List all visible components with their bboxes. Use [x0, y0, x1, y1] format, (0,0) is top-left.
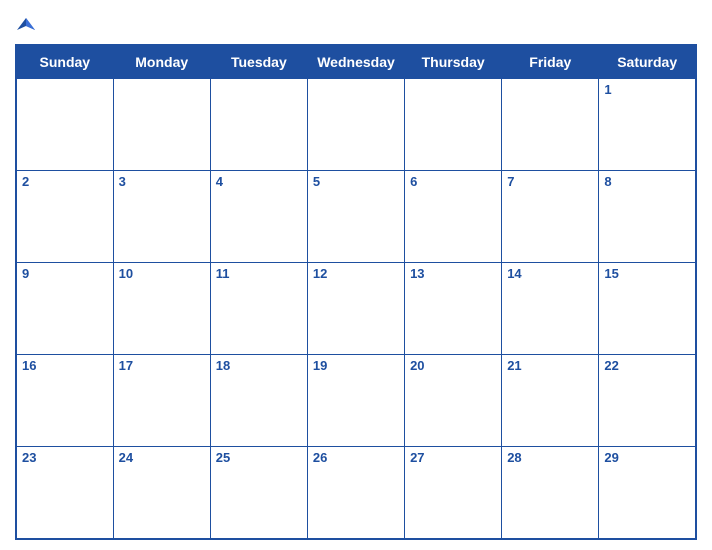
calendar-cell	[307, 79, 404, 171]
calendar-cell: 29	[599, 447, 696, 539]
calendar-cell: 17	[113, 355, 210, 447]
calendar-cell: 1	[599, 79, 696, 171]
calendar-header-row: SundayMondayTuesdayWednesdayThursdayFrid…	[16, 45, 696, 79]
day-header-wednesday: Wednesday	[307, 45, 404, 79]
logo-blue-area	[15, 16, 39, 34]
day-number: 19	[313, 358, 399, 373]
calendar-cell: 4	[210, 171, 307, 263]
day-number: 8	[604, 174, 690, 189]
calendar-week-5: 23 24 25 26 27 28 29	[16, 447, 696, 539]
calendar-cell: 10	[113, 263, 210, 355]
calendar-cell	[210, 79, 307, 171]
calendar-cell: 6	[405, 171, 502, 263]
calendar-header	[15, 10, 697, 38]
calendar-cell	[16, 79, 113, 171]
calendar-cell: 9	[16, 263, 113, 355]
day-header-sunday: Sunday	[16, 45, 113, 79]
calendar-cell: 18	[210, 355, 307, 447]
day-number: 15	[604, 266, 690, 281]
day-header-thursday: Thursday	[405, 45, 502, 79]
day-number: 27	[410, 450, 496, 465]
logo-area	[15, 16, 95, 34]
day-number: 13	[410, 266, 496, 281]
day-number: 12	[313, 266, 399, 281]
day-number: 21	[507, 358, 593, 373]
calendar-cell	[502, 79, 599, 171]
calendar-cell: 25	[210, 447, 307, 539]
calendar-cell: 22	[599, 355, 696, 447]
calendar-cell: 8	[599, 171, 696, 263]
day-number: 28	[507, 450, 593, 465]
logo-bird-icon	[15, 16, 37, 34]
day-number: 7	[507, 174, 593, 189]
calendar-week-4: 16 17 18 19 20 21 22	[16, 355, 696, 447]
calendar-cell: 11	[210, 263, 307, 355]
day-header-friday: Friday	[502, 45, 599, 79]
day-number: 29	[604, 450, 690, 465]
calendar-cell: 12	[307, 263, 404, 355]
day-header-tuesday: Tuesday	[210, 45, 307, 79]
calendar-cell: 16	[16, 355, 113, 447]
calendar-week-2: 2345678	[16, 171, 696, 263]
calendar-cell: 23	[16, 447, 113, 539]
day-header-saturday: Saturday	[599, 45, 696, 79]
calendar-week-3: 9 10 11 12 13 14 15	[16, 263, 696, 355]
calendar-cell: 27	[405, 447, 502, 539]
day-number: 16	[22, 358, 108, 373]
calendar-cell	[113, 79, 210, 171]
calendar-table: SundayMondayTuesdayWednesdayThursdayFrid…	[15, 44, 697, 540]
calendar-body: 1234567891011121314151617181920212223242…	[16, 79, 696, 540]
day-number: 4	[216, 174, 302, 189]
day-number: 20	[410, 358, 496, 373]
day-number: 26	[313, 450, 399, 465]
day-number: 3	[119, 174, 205, 189]
day-number: 23	[22, 450, 108, 465]
day-number: 2	[22, 174, 108, 189]
calendar-cell: 13	[405, 263, 502, 355]
calendar-cell: 7	[502, 171, 599, 263]
day-number: 17	[119, 358, 205, 373]
day-number: 5	[313, 174, 399, 189]
day-header-monday: Monday	[113, 45, 210, 79]
calendar-cell: 15	[599, 263, 696, 355]
day-number: 18	[216, 358, 302, 373]
calendar-cell: 28	[502, 447, 599, 539]
day-number: 14	[507, 266, 593, 281]
calendar-cell: 19	[307, 355, 404, 447]
day-number: 11	[216, 266, 302, 281]
calendar-cell: 3	[113, 171, 210, 263]
calendar-cell: 26	[307, 447, 404, 539]
calendar-cell: 5	[307, 171, 404, 263]
day-number: 9	[22, 266, 108, 281]
calendar-cell: 24	[113, 447, 210, 539]
calendar-cell	[405, 79, 502, 171]
day-number: 24	[119, 450, 205, 465]
calendar-cell: 14	[502, 263, 599, 355]
day-number: 22	[604, 358, 690, 373]
day-number: 25	[216, 450, 302, 465]
calendar-cell: 20	[405, 355, 502, 447]
calendar-cell: 2	[16, 171, 113, 263]
day-number: 6	[410, 174, 496, 189]
calendar-week-1: 1	[16, 79, 696, 171]
day-number: 10	[119, 266, 205, 281]
calendar-cell: 21	[502, 355, 599, 447]
day-number: 1	[604, 82, 690, 97]
